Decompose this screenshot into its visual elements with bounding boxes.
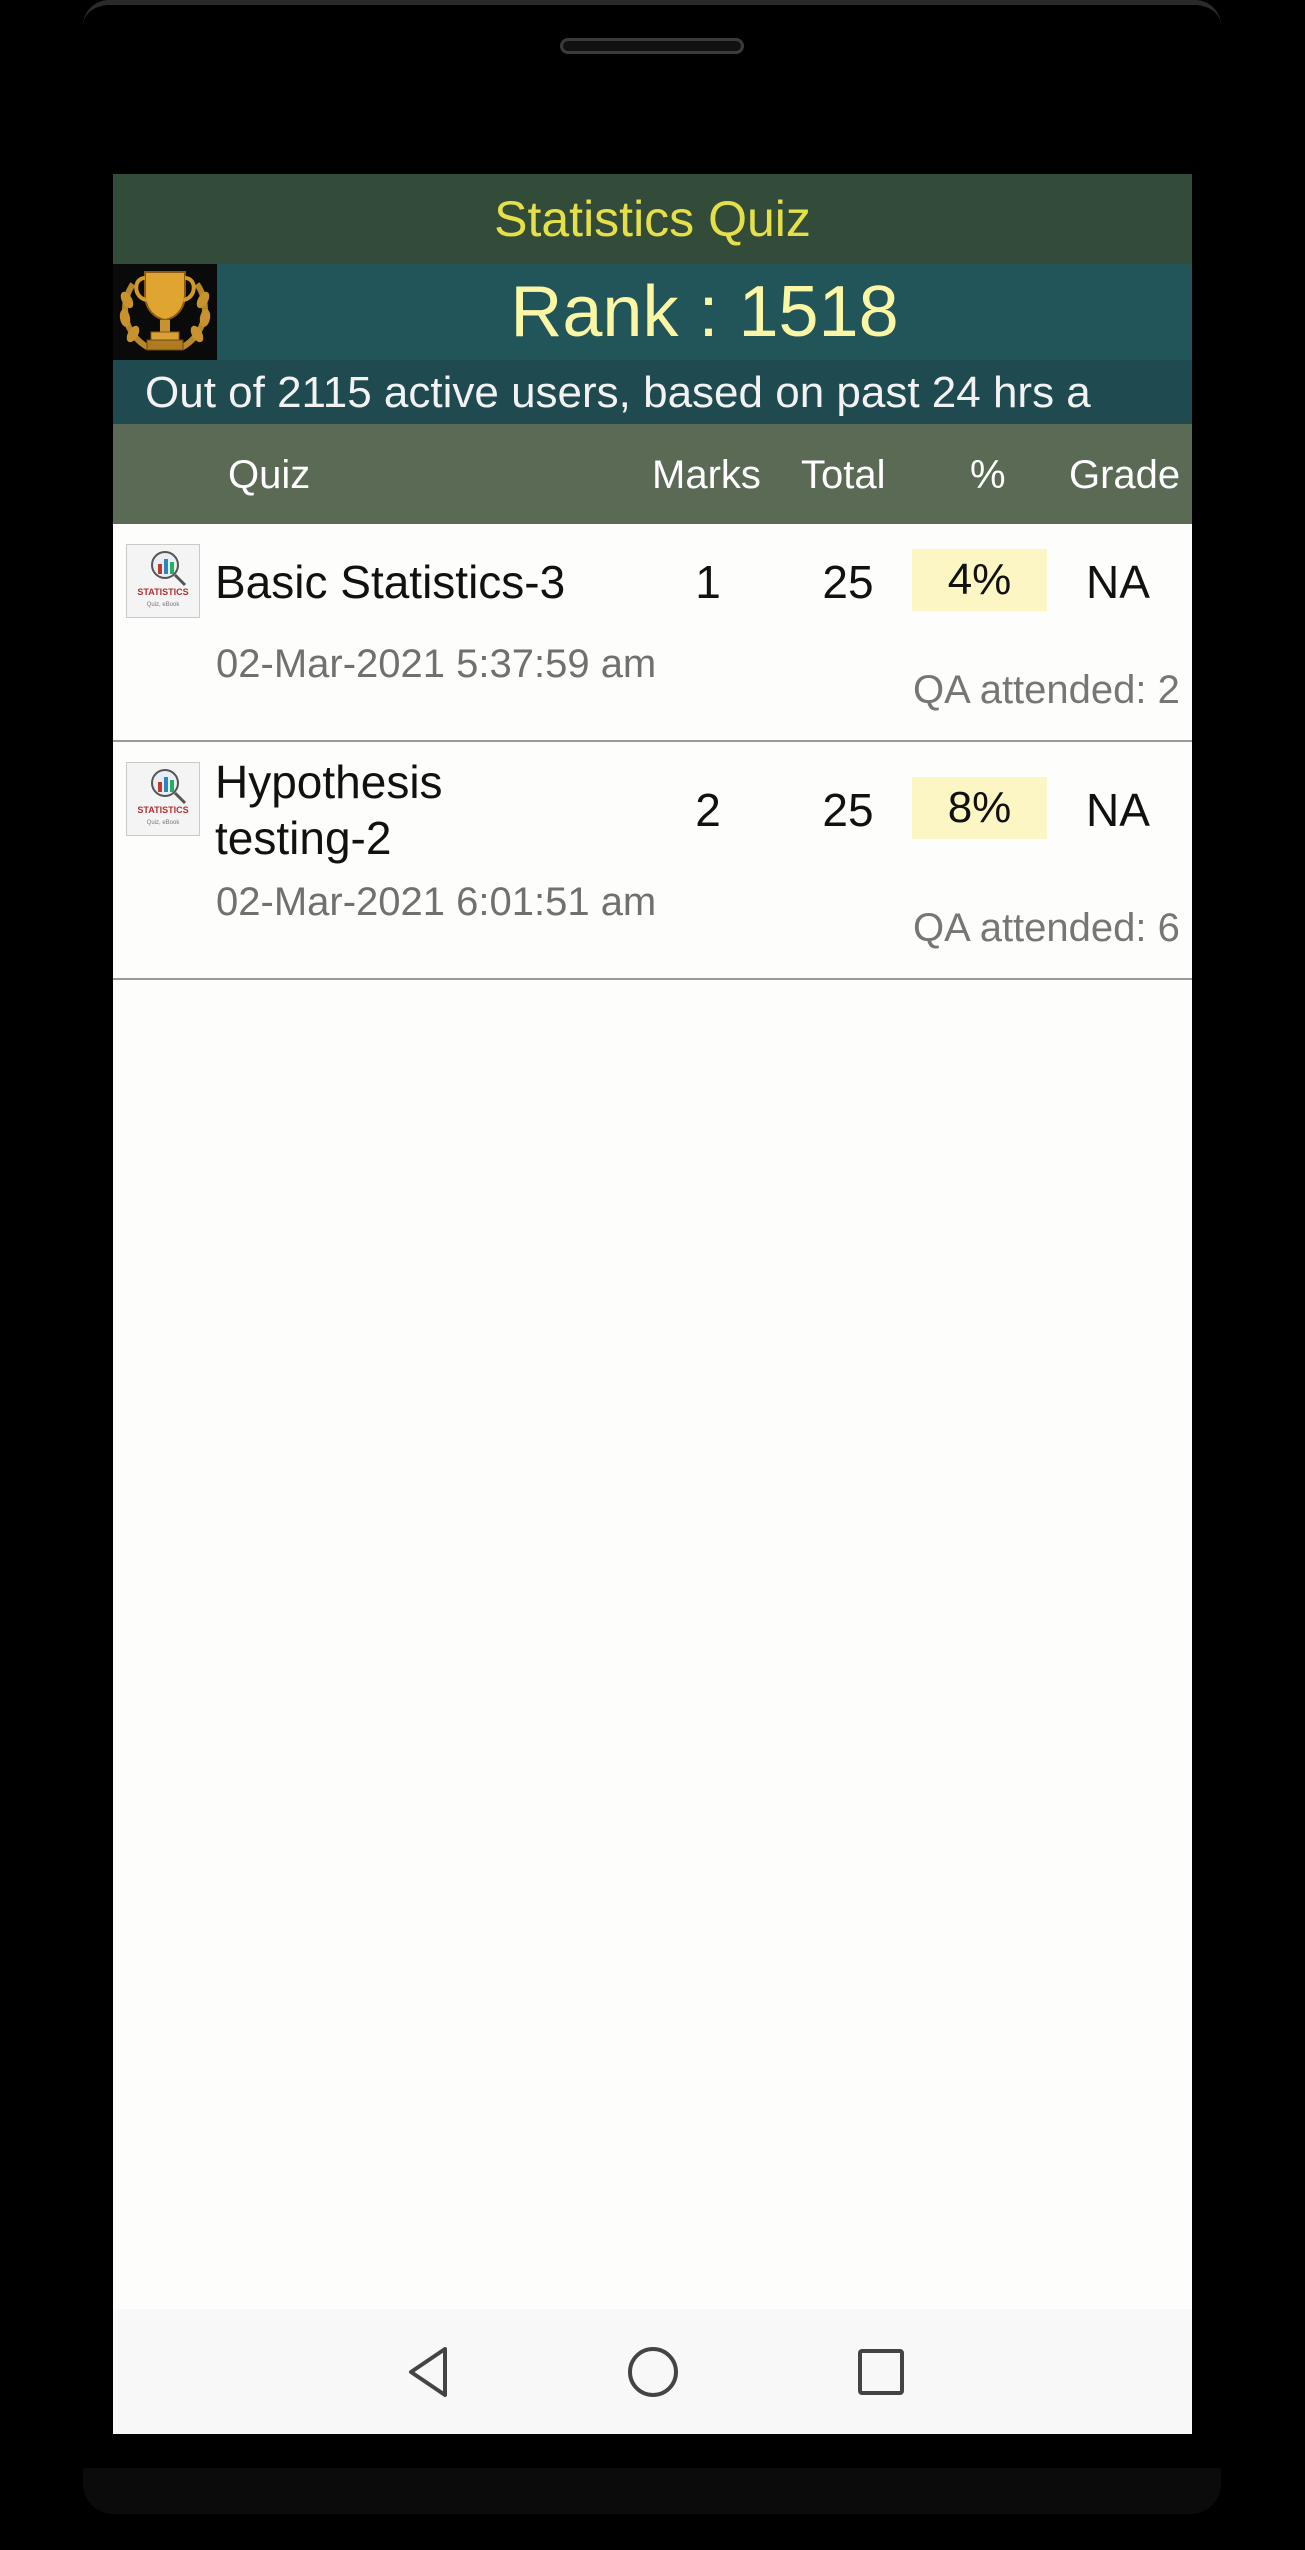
quiz-date: 02-Mar-2021 6:01:51 am [216,880,657,924]
phone-top-edge [83,0,1221,26]
table-header: Quiz Marks Total % Grade [113,424,1192,524]
marks-value: 1 [695,556,721,608]
table-row[interactable]: STATISTICS Quiz, eBook Hypothesis testin… [113,742,1192,980]
app-title: Statistics Quiz [494,191,811,247]
table-row[interactable]: STATISTICS Quiz, eBook Basic Statistics-… [113,524,1192,742]
trophy-icon [113,264,217,360]
statistics-thumbnail-icon: STATISTICS Quiz, eBook [126,762,200,836]
quiz-name-line1: Hypothesis [215,756,443,808]
percent-badge: 4% [912,549,1047,611]
quiz-name-line2: testing-2 [215,812,392,864]
header-quiz: Quiz [228,453,311,497]
qa-attended: QA attended: 2 [913,668,1180,712]
svg-text:Quiz, eBook: Quiz, eBook [147,820,181,826]
info-text: Out of 2115 active users, based on past … [145,368,1091,417]
marks-value: 2 [695,784,721,836]
info-banner: Out of 2115 active users, based on past … [113,360,1192,424]
home-icon[interactable] [618,2337,688,2407]
grade-value: NA [1086,556,1150,608]
app-screen: Statistics Quiz Rank: 1518 Out of 2115 … [113,174,1192,2434]
svg-text:STATISTICS: STATISTICS [137,587,188,597]
phone-bottom-edge [83,2468,1221,2514]
qa-attended: QA attended: 6 [913,906,1180,950]
total-value: 25 [822,784,874,836]
grade-value: NA [1086,784,1150,836]
header-total: Total [801,453,886,497]
percent-badge: 8% [912,777,1047,839]
total-value: 25 [822,556,874,608]
back-icon[interactable] [393,2337,463,2407]
rank-bar: Rank : 1518 [113,264,1192,360]
rank-label: Rank : 1518 [510,272,899,352]
system-nav-bar [113,2309,1192,2434]
quiz-name: Basic Statistics-3 [215,556,566,608]
title-bar: Statistics Quiz [113,174,1192,264]
header-grade: Grade [1069,453,1181,497]
svg-text:STATISTICS: STATISTICS [137,805,188,815]
header-percent: % [970,453,1006,497]
header-marks: Marks [652,453,761,497]
recents-icon[interactable] [846,2337,916,2407]
statistics-thumbnail-icon: STATISTICS Quiz, eBook [126,544,200,618]
quiz-date: 02-Mar-2021 5:37:59 am [216,642,657,686]
earpiece-speaker [560,38,744,54]
svg-text:Quiz, eBook: Quiz, eBook [147,602,181,608]
